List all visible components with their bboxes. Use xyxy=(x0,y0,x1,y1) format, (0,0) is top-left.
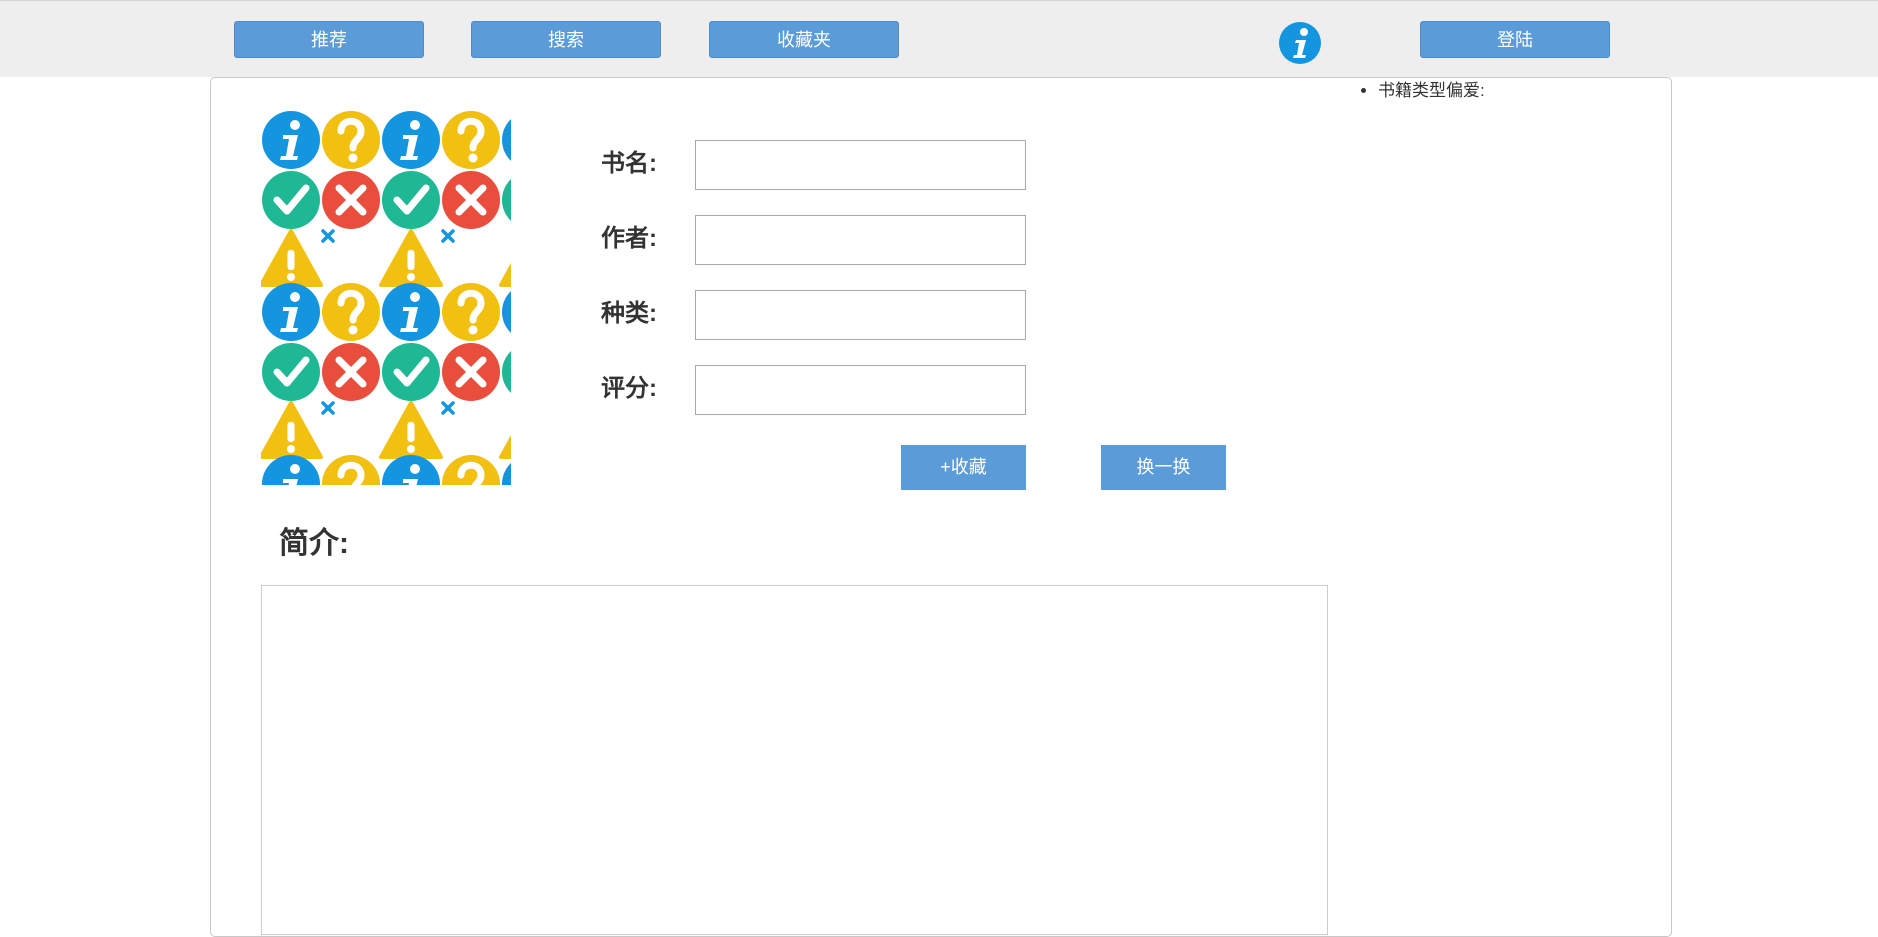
recommend-button[interactable]: 推荐 xyxy=(234,21,424,58)
author-field[interactable] xyxy=(695,215,1026,265)
search-button[interactable]: 搜索 xyxy=(471,21,661,58)
login-button[interactable]: 登陆 xyxy=(1420,21,1610,58)
book-cover-image xyxy=(261,110,511,485)
favorites-button[interactable]: 收藏夹 xyxy=(709,21,899,58)
title-label: 书名: xyxy=(601,150,657,177)
add-favorite-button[interactable]: +收藏 xyxy=(901,445,1026,490)
preference-label: 书籍类型偏爱: xyxy=(1378,76,1485,101)
rating-field[interactable] xyxy=(695,365,1026,415)
category-label: 种类: xyxy=(601,300,657,327)
preference-list: 书籍类型偏爱: xyxy=(1358,76,1485,101)
rating-label: 评分: xyxy=(601,375,657,402)
intro-title: 简介: xyxy=(279,527,349,560)
cover-icon-pattern xyxy=(261,110,511,485)
author-label: 作者: xyxy=(601,225,657,252)
info-icon[interactable] xyxy=(1278,21,1322,65)
intro-textbox[interactable] xyxy=(261,585,1328,935)
top-nav-bar: 推荐 搜索 收藏夹 登陆 xyxy=(0,0,1878,77)
shuffle-button[interactable]: 换一换 xyxy=(1101,445,1226,490)
category-field[interactable] xyxy=(695,290,1026,340)
title-field[interactable] xyxy=(695,140,1026,190)
